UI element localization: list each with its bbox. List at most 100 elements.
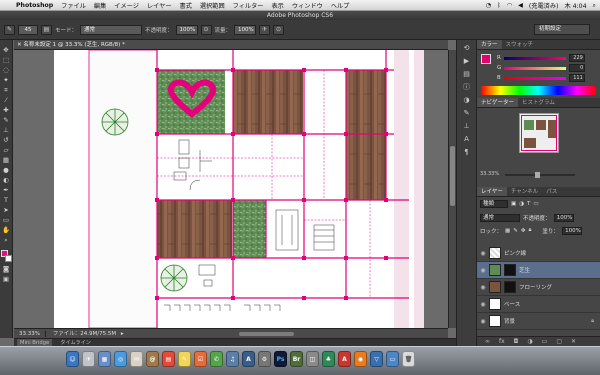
properties-panel-icon[interactable]: ▤ bbox=[461, 70, 473, 79]
history-brush-tool-icon[interactable]: ↺ bbox=[1, 136, 11, 145]
zoom-tool-icon[interactable]: ⌕ bbox=[1, 236, 11, 245]
eyedropper-tool-icon[interactable]: ⁄ bbox=[1, 96, 11, 105]
vertical-scrollbar[interactable] bbox=[448, 50, 456, 328]
tab-histogram[interactable]: ヒストグラム bbox=[518, 98, 559, 107]
lock-position-icon[interactable]: ✥ bbox=[521, 228, 526, 234]
brush-tool-icon[interactable]: ✎ bbox=[1, 116, 11, 125]
move-tool-icon[interactable]: ✥ bbox=[1, 46, 11, 55]
filter-pixel-icon[interactable]: ▣ bbox=[511, 201, 516, 207]
navigator-preview[interactable] bbox=[518, 113, 559, 153]
brush-presets-icon[interactable]: ✎ bbox=[461, 109, 473, 118]
fill-field[interactable]: 100% bbox=[561, 226, 582, 235]
healing-tool-icon[interactable]: ✚ bbox=[1, 106, 11, 115]
airbrush-icon[interactable]: ✈ bbox=[259, 24, 271, 35]
tab-swatches[interactable]: スウォッチ bbox=[502, 40, 538, 49]
notes-icon[interactable]: ✎ bbox=[178, 351, 191, 367]
document-tab[interactable]: ✕ 名称未設定 1 @ 33.3% (芝生, RGB/8) * bbox=[14, 40, 448, 50]
quick-mask-icon[interactable]: ◙ bbox=[1, 265, 11, 274]
navigator-zoom-handle[interactable] bbox=[535, 172, 540, 178]
blue-slider[interactable] bbox=[503, 76, 566, 80]
foreground-color-swatch[interactable] bbox=[481, 54, 491, 64]
layer-row[interactable]: ◉ ベース bbox=[477, 296, 600, 313]
lock-all-icon[interactable]: 🔒︎ bbox=[528, 227, 531, 234]
info-panel-icon[interactable]: ⓘ bbox=[461, 83, 473, 92]
layer-row[interactable]: ◉ 背景 🔒︎ bbox=[477, 313, 600, 330]
actions-panel-icon[interactable]: ▶ bbox=[461, 57, 473, 66]
dodge-tool-icon[interactable]: ◐ bbox=[1, 176, 11, 185]
layer-row[interactable]: ◉ ピンク線 bbox=[477, 245, 600, 262]
canvas-area[interactable] bbox=[14, 50, 456, 328]
hand-tool-icon[interactable]: ✋ bbox=[1, 226, 11, 235]
tab-layers[interactable]: レイヤー bbox=[477, 187, 507, 196]
mail-icon[interactable]: ✉ bbox=[130, 351, 143, 367]
flow-field[interactable]: 100% bbox=[234, 24, 257, 35]
clone-source-icon[interactable]: ⊥ bbox=[461, 122, 473, 131]
menu-file[interactable]: ファイル bbox=[61, 1, 86, 10]
menu-window[interactable]: ウィンドウ bbox=[292, 1, 323, 10]
crop-tool-icon[interactable]: ⌗ bbox=[1, 86, 11, 95]
calendar-icon[interactable]: ▤ bbox=[162, 351, 175, 367]
foreground-background-swatches[interactable] bbox=[0, 250, 12, 264]
link-layers-icon[interactable]: ∞ bbox=[485, 337, 490, 346]
quick-select-tool-icon[interactable]: ✦ bbox=[1, 76, 11, 85]
delete-layer-icon[interactable]: ✕ bbox=[571, 337, 576, 346]
clone-stamp-tool-icon[interactable]: ⊥ bbox=[1, 126, 11, 135]
app-menu[interactable]: Photoshop bbox=[16, 2, 53, 9]
layer-row-selected[interactable]: ◉ 芝生 bbox=[477, 262, 600, 279]
menu-layer[interactable]: レイヤー bbox=[147, 1, 172, 10]
filter-shape-icon[interactable]: ▭ bbox=[533, 201, 538, 207]
history-panel-icon[interactable]: ⟲ bbox=[461, 44, 473, 53]
brush-size-picker[interactable]: 45 bbox=[18, 24, 38, 35]
type-tool-icon[interactable]: T bbox=[1, 196, 11, 205]
lock-pixels-icon[interactable]: ▦ bbox=[505, 228, 510, 234]
menu-image[interactable]: イメージ bbox=[114, 1, 139, 10]
trash-icon[interactable]: 🗑︎ bbox=[402, 351, 415, 367]
filter-type-icon[interactable]: T bbox=[527, 201, 530, 207]
file-size-info[interactable]: ファイル：24.9M/75.5M bbox=[48, 331, 116, 337]
bluetooth-icon[interactable]: ᛒ bbox=[497, 2, 501, 9]
photoshop-icon[interactable]: Ps bbox=[274, 351, 287, 367]
preview-icon[interactable]: ◫ bbox=[306, 351, 319, 367]
tab-navigator[interactable]: ナビゲーター bbox=[477, 98, 519, 107]
downloads-folder-icon[interactable]: ▽ bbox=[370, 351, 383, 367]
green-value[interactable]: 0 bbox=[569, 64, 586, 72]
eraser-tool-icon[interactable]: ▱ bbox=[1, 146, 11, 155]
sync-icon[interactable]: ◔ bbox=[486, 2, 491, 9]
app-store-icon[interactable]: A bbox=[242, 351, 255, 367]
reminders-icon[interactable]: ☑ bbox=[194, 351, 207, 367]
eye-icon[interactable]: ◉ bbox=[477, 250, 489, 257]
add-mask-icon[interactable]: ◘ bbox=[514, 337, 519, 346]
documents-folder-icon[interactable]: ▭ bbox=[386, 351, 399, 367]
eye-icon[interactable]: ◉ bbox=[477, 267, 489, 274]
vertical-scroll-thumb[interactable] bbox=[450, 146, 455, 206]
bridge-icon[interactable]: Br bbox=[290, 351, 303, 367]
green-slider[interactable] bbox=[504, 66, 567, 70]
volume-icon[interactable]: ◀ bbox=[518, 2, 523, 9]
new-layer-icon[interactable]: ▢ bbox=[556, 337, 562, 346]
mode-select[interactable]: 通常 bbox=[80, 24, 143, 35]
menu-edit[interactable]: 編集 bbox=[94, 1, 106, 10]
red-slider[interactable] bbox=[503, 56, 566, 60]
safari-icon[interactable]: ◎ bbox=[114, 351, 127, 367]
menu-select[interactable]: 選択範囲 bbox=[200, 1, 225, 10]
tab-mini-bridge[interactable]: Mini Bridge bbox=[17, 339, 53, 346]
tab-timeline[interactable]: タイムライン bbox=[60, 339, 91, 346]
acrobat-icon[interactable]: A bbox=[338, 351, 351, 367]
character-panel-icon[interactable]: A bbox=[461, 135, 473, 144]
wifi-icon[interactable]: ◠ bbox=[507, 2, 512, 9]
eye-icon[interactable]: ◉ bbox=[477, 318, 489, 325]
lock-image-icon[interactable]: ✎ bbox=[513, 228, 518, 234]
blue-value[interactable]: 111 bbox=[568, 74, 585, 82]
opacity-field[interactable]: 100% bbox=[175, 24, 198, 35]
brush-panel-icon[interactable]: ▤ bbox=[41, 24, 52, 35]
gradient-tool-icon[interactable]: ▦ bbox=[1, 156, 11, 165]
blur-tool-icon[interactable]: ● bbox=[1, 166, 11, 175]
tab-paths[interactable]: パス bbox=[542, 187, 561, 196]
pen-tool-icon[interactable]: ✒ bbox=[1, 186, 11, 195]
paragraph-panel-icon[interactable]: ¶ bbox=[461, 148, 473, 157]
path-select-tool-icon[interactable]: ➤ bbox=[1, 206, 11, 215]
menu-help[interactable]: ヘルプ bbox=[331, 1, 350, 10]
navigator-zoom[interactable]: 33.33% bbox=[480, 171, 499, 177]
finder-icon[interactable]: ☺ bbox=[66, 351, 79, 367]
navigator-zoom-slider[interactable] bbox=[505, 174, 575, 176]
